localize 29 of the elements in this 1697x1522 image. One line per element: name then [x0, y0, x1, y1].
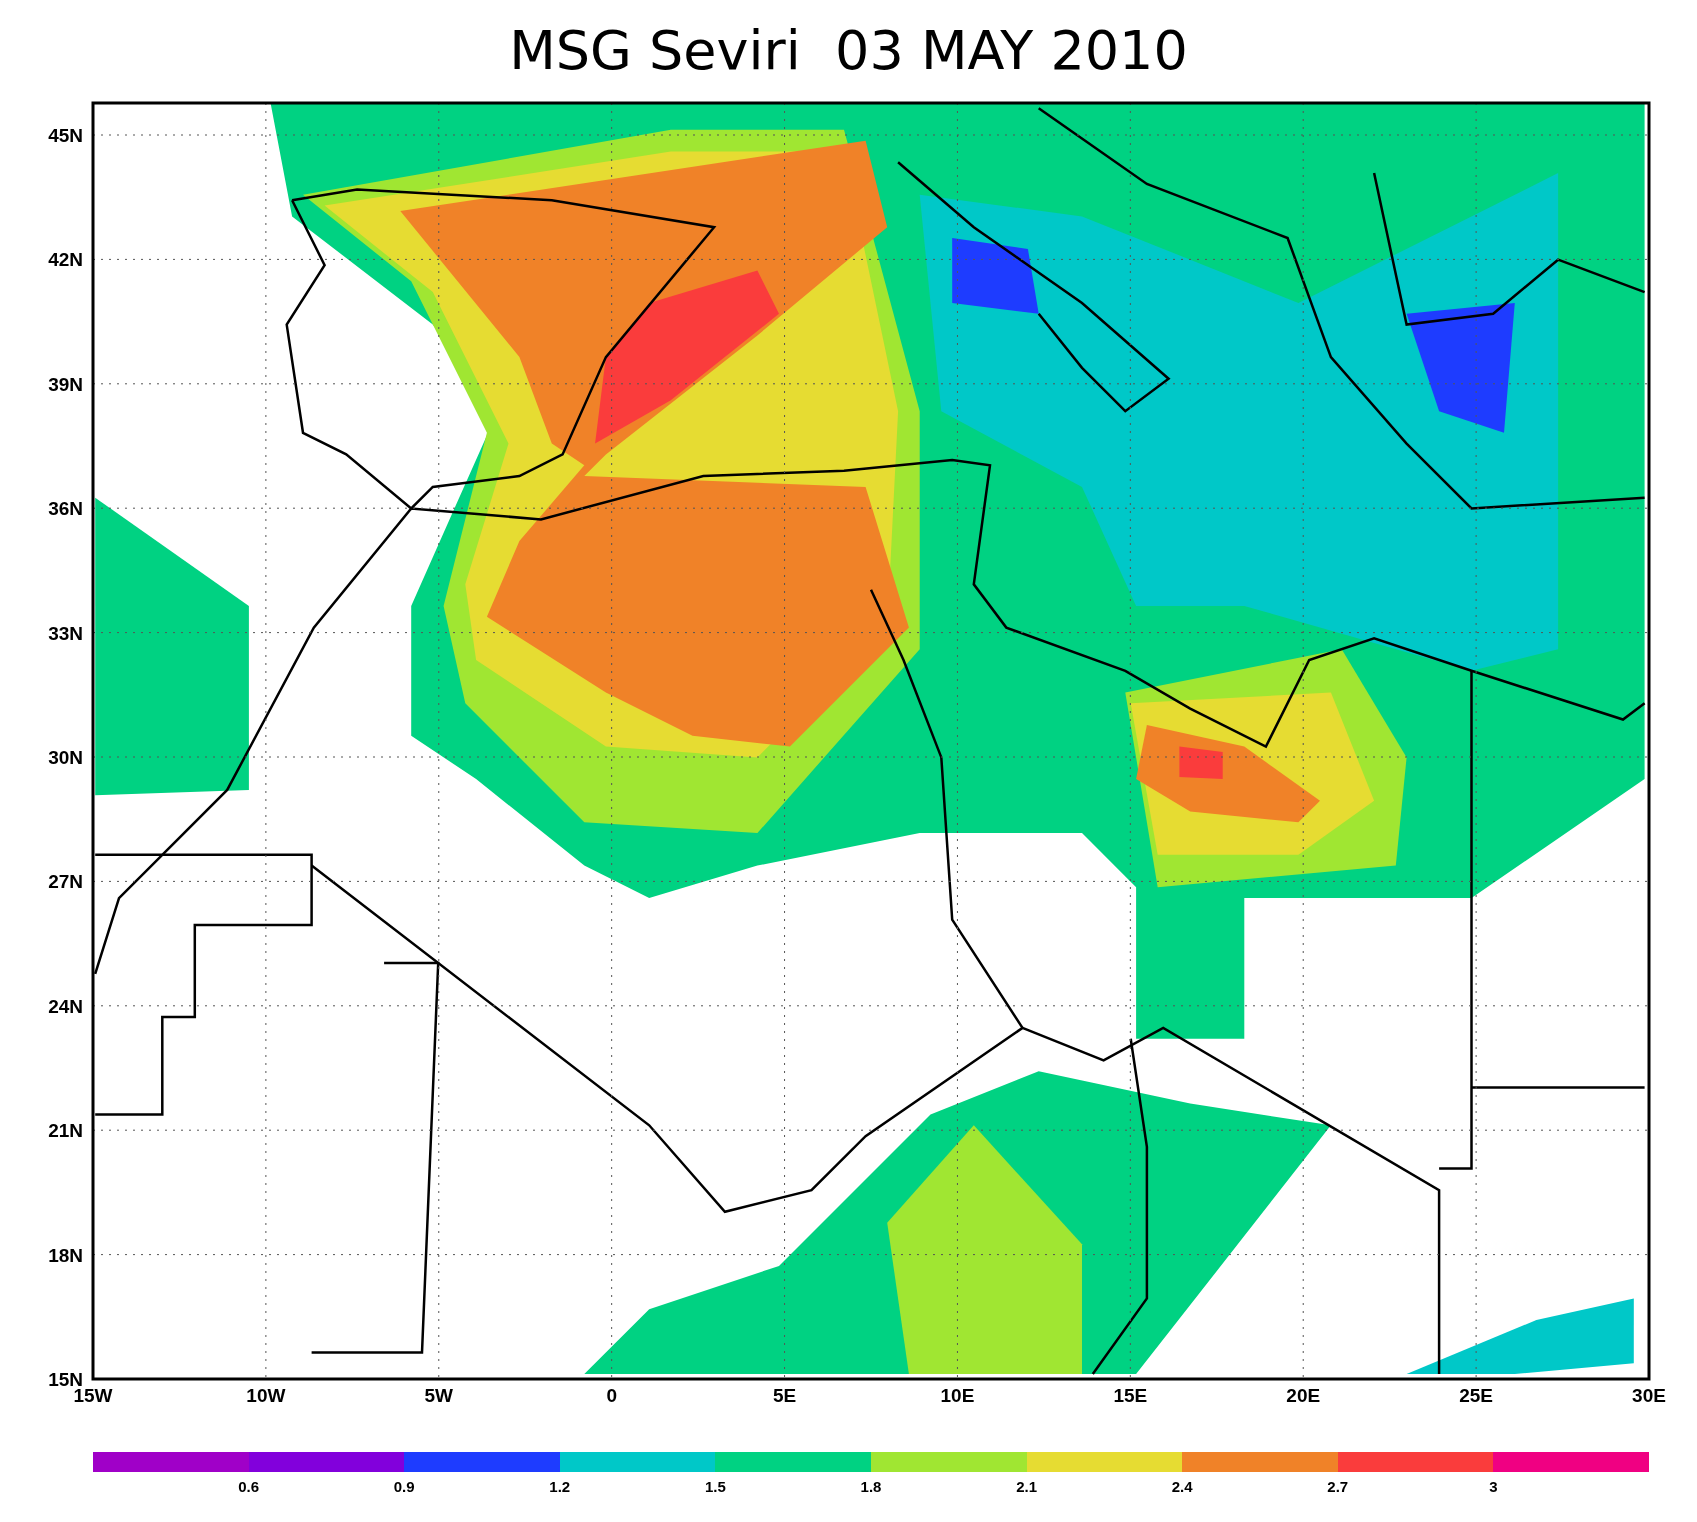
latitude-label: 21N — [48, 1120, 83, 1142]
latitude-label: 27N — [48, 871, 83, 893]
colorbar-label: 1.5 — [704, 1478, 726, 1495]
colorbar-label: 2.7 — [1327, 1478, 1349, 1495]
latitude-label: 36N — [48, 498, 83, 520]
longitude-label: 0 — [606, 1385, 617, 1406]
colorbar-label: 2.1 — [1016, 1478, 1037, 1495]
longitude-label: 10W — [246, 1385, 286, 1406]
latitude-label: 39N — [48, 373, 83, 395]
colorbar-label: 1.8 — [860, 1478, 882, 1495]
longitude-label: 30E — [1632, 1385, 1666, 1406]
longitude-label: 20E — [1286, 1385, 1321, 1406]
latitude-label: 33N — [48, 622, 83, 644]
latitude-label: 24N — [48, 995, 83, 1017]
longitude-label: 5W — [424, 1385, 454, 1406]
colorbar-label: 0.9 — [393, 1478, 415, 1495]
latitude-label: 45N — [48, 125, 83, 146]
longitude-label: 25E — [1459, 1385, 1493, 1406]
latitude-label: 30N — [48, 747, 83, 768]
latitude-label: 18N — [48, 1244, 83, 1266]
latitude-label: 42N — [48, 249, 83, 271]
colorbar-label: 2.4 — [1171, 1478, 1193, 1495]
chart-title: MSG Seviri 03 MAY 2010 — [509, 18, 1188, 82]
longitude-label: 10E — [940, 1385, 975, 1406]
longitude-label: 5E — [772, 1385, 797, 1406]
colorbar-label: 3 — [1489, 1478, 1498, 1495]
colorbar-label: 1.2 — [549, 1478, 571, 1495]
colorbar-label: 0.6 — [238, 1478, 259, 1495]
longitude-label: 15E — [1113, 1385, 1148, 1406]
